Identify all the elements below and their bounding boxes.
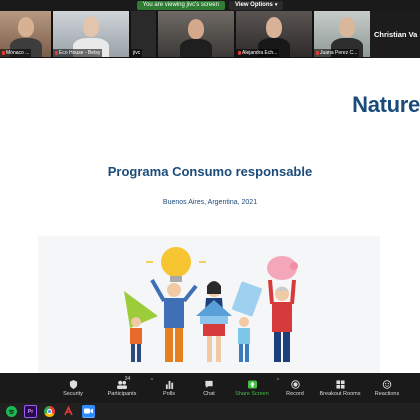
- phone-shape: [232, 281, 262, 317]
- lightbulb-icon: [161, 247, 191, 277]
- leaf-shape: [124, 291, 158, 328]
- meeting-toolbar: Security 34 Participants ^ Polls Chat Sh…: [0, 373, 420, 403]
- mic-muted-icon: [2, 50, 5, 55]
- participant-face: [339, 17, 355, 37]
- participant-tile[interactable]: Alejandra Ech...: [236, 11, 312, 57]
- breakout-rooms-label: Breakout Rooms: [319, 390, 361, 397]
- shield-icon: [69, 379, 77, 389]
- reactions-button[interactable]: Reactions: [365, 373, 409, 403]
- screen-share-banner: You are viewing jivc's screen View Optio…: [0, 0, 420, 11]
- participant-name: Eco House - Betsy: [53, 49, 103, 57]
- slide-subtitle: Buenos Aires, Argentina, 2021: [162, 199, 258, 206]
- slide-title: Programa Consumo responsable: [107, 164, 313, 179]
- people-illustration: [124, 247, 298, 362]
- view-options-button[interactable]: View Options ▾: [228, 1, 284, 10]
- reactions-label: Reactions: [374, 390, 400, 397]
- participant-strip: Mónaco ... Eco House - Betsy jivc Alejan…: [0, 11, 420, 58]
- participant-name: Mónaco ...: [0, 49, 32, 57]
- participant-face: [83, 16, 99, 37]
- participant-tile[interactable]: [158, 11, 234, 57]
- reactions-icon: [382, 379, 392, 389]
- viewing-screen-notice: You are viewing jivc's screen: [136, 1, 225, 10]
- chevron-down-icon: ▾: [274, 2, 278, 8]
- security-label: Security: [63, 390, 83, 397]
- participant-face: [266, 17, 282, 38]
- mic-muted-icon: [316, 50, 319, 55]
- share-screen-button[interactable]: Share Screen ^: [229, 373, 279, 403]
- chat-button[interactable]: Chat: [189, 373, 229, 403]
- polls-button[interactable]: Polls: [149, 373, 189, 403]
- os-taskbar: Pr: [0, 403, 420, 420]
- record-button[interactable]: Record: [275, 373, 315, 403]
- participant-count: 34: [124, 376, 131, 382]
- participant-name: Juana Perez C...: [314, 49, 360, 57]
- share-screen-icon: [247, 379, 257, 389]
- zoom-meeting-window: You are viewing jivc's screen View Optio…: [0, 0, 420, 420]
- view-options-label: View Options: [234, 2, 273, 8]
- active-speaker-name: Christian Va: [370, 11, 420, 58]
- premiere-icon[interactable]: Pr: [24, 405, 37, 418]
- zoom-icon[interactable]: [82, 405, 95, 418]
- record-icon: [290, 379, 300, 389]
- breakout-rooms-icon: [335, 379, 345, 389]
- participant-face: [188, 19, 204, 39]
- slide-illustration: [38, 236, 380, 373]
- share-screen-label: Share Screen: [235, 390, 269, 397]
- spotify-icon[interactable]: [6, 406, 17, 417]
- participant-tile[interactable]: jivc: [131, 11, 156, 57]
- brand-logo-text: Nature: [352, 92, 420, 117]
- polls-icon: [165, 380, 173, 389]
- security-button[interactable]: Security: [51, 373, 95, 403]
- participant-tile[interactable]: Mónaco ...: [0, 11, 51, 57]
- chat-icon: [205, 380, 213, 388]
- mic-muted-icon: [55, 50, 58, 55]
- participants-button[interactable]: 34 Participants ^: [95, 373, 153, 403]
- participants-label: Participants: [107, 390, 137, 397]
- breakout-rooms-button[interactable]: Breakout Rooms: [315, 373, 365, 403]
- participant-tile[interactable]: Eco House - Betsy: [53, 11, 129, 57]
- participant-face: [18, 17, 34, 37]
- chat-label: Chat: [203, 390, 215, 397]
- shared-screen: Nature Programa Consumo responsable Buen…: [0, 58, 420, 373]
- participant-name: jivc: [131, 49, 143, 57]
- record-label: Record: [286, 390, 304, 397]
- polls-label: Polls: [163, 390, 175, 397]
- participant-body: [180, 39, 212, 57]
- acrobat-icon[interactable]: [62, 405, 75, 418]
- participant-name: Alejandra Ech...: [236, 49, 280, 57]
- chrome-icon[interactable]: [44, 406, 55, 417]
- mic-muted-icon: [238, 50, 241, 55]
